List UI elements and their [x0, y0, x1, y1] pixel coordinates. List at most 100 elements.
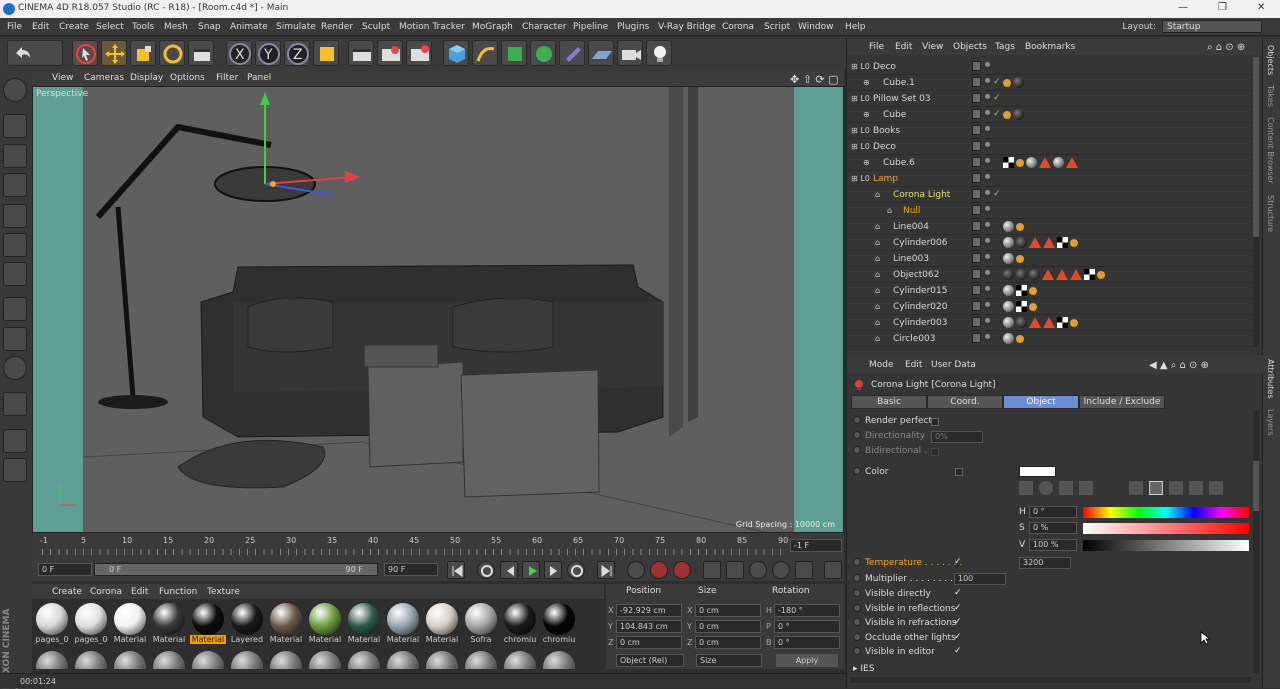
layer-swatch[interactable] — [972, 173, 981, 183]
objects-menu-edit[interactable]: Edit — [895, 42, 912, 52]
viewport-perspective[interactable]: Perspective Grid Spacing : 10000 cm — [32, 86, 844, 533]
visibility-option-checkbox[interactable]: ✓ — [954, 603, 962, 613]
rotate-tool-icon[interactable] — [159, 40, 185, 66]
layer-swatch[interactable] — [972, 109, 981, 119]
menu-mesh[interactable]: Mesh — [164, 22, 188, 32]
bidirectional-checkbox[interactable] — [931, 448, 939, 456]
go-to-start-icon[interactable] — [447, 561, 465, 579]
layer-swatch[interactable] — [972, 301, 981, 311]
z-axis-lock-icon[interactable]: Z — [284, 40, 310, 66]
material-tag-icon[interactable] — [1003, 285, 1014, 296]
render-perfect-checkbox[interactable] — [931, 418, 939, 426]
material-tag-icon[interactable] — [1003, 301, 1014, 312]
ies-section[interactable]: ▸ IES — [853, 664, 874, 677]
visibility-option-checkbox[interactable]: ✓ — [954, 588, 962, 598]
visibility-option-checkbox[interactable]: ✓ — [954, 617, 962, 627]
coords-mode-dropdown[interactable]: Object (Rel) — [616, 654, 684, 667]
tab-coord[interactable]: Coord. — [927, 395, 1003, 409]
multiplier-field[interactable]: 100 — [954, 573, 1006, 585]
material-swatch-row2[interactable] — [190, 649, 226, 669]
mode-toggle-icon[interactable] — [3, 78, 27, 102]
rotation-field[interactable]: 0 ° — [774, 636, 840, 649]
material-swatch[interactable]: chromiu — [541, 601, 577, 647]
objects-menu-file[interactable]: File — [869, 42, 884, 52]
recent-tools-icon[interactable] — [188, 40, 214, 66]
menu-pipeline[interactable]: Pipeline — [573, 22, 608, 32]
workplane-mode-icon[interactable] — [3, 173, 27, 197]
uvw-tag-icon[interactable] — [1003, 157, 1014, 168]
size-field[interactable]: 0 cm — [695, 620, 761, 633]
texture-tag-icon[interactable] — [1016, 255, 1024, 263]
texture-tag-icon[interactable] — [1029, 287, 1037, 295]
layer-swatch[interactable] — [972, 237, 981, 247]
material-swatch[interactable]: Material — [307, 601, 343, 647]
move-tool-icon[interactable] — [101, 40, 127, 66]
phong-tag-icon[interactable] — [1070, 269, 1082, 280]
value-field[interactable]: 100 % — [1029, 539, 1077, 551]
visibility-dots[interactable] — [985, 94, 990, 99]
visibility-dots[interactable] — [985, 222, 990, 227]
deformer-icon[interactable] — [559, 40, 585, 66]
visibility-dots[interactable] — [985, 78, 990, 83]
layer-swatch[interactable] — [972, 157, 981, 167]
render-view-icon[interactable] — [348, 40, 374, 66]
menu-corona[interactable]: Corona — [722, 22, 754, 32]
hue-field[interactable]: 0 ° — [1029, 506, 1077, 518]
camera-icon[interactable] — [617, 40, 643, 66]
value-slider[interactable] — [1083, 540, 1249, 551]
timeline-ruler[interactable]: -1 5 10 15 20 25 30 35 40 45 50 55 60 65 70 75 80 85 90 -1… — [32, 533, 844, 559]
light-icon[interactable] — [646, 40, 672, 66]
phong-tag-icon[interactable] — [1043, 237, 1055, 248]
material-swatch[interactable]: Material — [112, 601, 148, 647]
side-tab-content-browser[interactable]: Content Browser — [1266, 117, 1275, 184]
texture-tag-icon[interactable] — [1097, 271, 1105, 279]
material-tag-icon[interactable] — [1016, 237, 1027, 248]
phong-tag-icon[interactable] — [1043, 317, 1055, 328]
material-tag-icon[interactable] — [1003, 253, 1014, 264]
edges-mode-icon[interactable] — [3, 233, 27, 257]
tweak-mode-icon[interactable] — [3, 327, 27, 351]
subdivision-surface-icon[interactable] — [501, 40, 527, 66]
enabled-check-icon[interactable]: ✓ — [993, 189, 1001, 199]
layer-swatch[interactable] — [972, 125, 981, 135]
material-menu-function[interactable]: Function — [159, 587, 197, 597]
visibility-dots[interactable] — [985, 158, 990, 163]
object-row[interactable]: ⌂ Line004 — [847, 219, 1253, 235]
uvw-tag-icon[interactable] — [1057, 317, 1068, 328]
object-row[interactable]: ⊞ L0 Lamp — [847, 171, 1253, 187]
material-swatch-row2[interactable] — [34, 649, 70, 669]
viewport-menu-cameras[interactable]: Cameras — [84, 73, 124, 83]
attr-menu-mode[interactable]: Mode — [869, 360, 894, 370]
visibility-dots[interactable] — [985, 238, 990, 243]
object-row[interactable]: ⌂ Cylinder020 — [847, 299, 1253, 315]
menu-mograph[interactable]: MoGraph — [472, 22, 513, 32]
object-row[interactable]: ⌂ Line003 — [847, 251, 1253, 267]
material-swatch[interactable]: pages_0 — [73, 601, 109, 647]
menu-edit[interactable]: Edit — [32, 22, 49, 32]
visibility-dots[interactable] — [985, 286, 990, 291]
minimize-icon[interactable]: — — [1178, 2, 1188, 13]
attr-scrollbar[interactable] — [1253, 411, 1259, 673]
autokey-icon[interactable] — [673, 561, 691, 579]
material-swatch-row2[interactable] — [463, 649, 499, 669]
current-frame-display[interactable]: -1 F — [790, 539, 842, 552]
material-tag-icon[interactable] — [1016, 269, 1027, 280]
phong-tag-icon[interactable] — [1042, 269, 1054, 280]
key-pla-icon[interactable] — [795, 561, 813, 579]
key-position-icon[interactable] — [703, 561, 721, 579]
play-button-icon[interactable] — [522, 561, 540, 579]
viewport-nav-icons[interactable]: ✥ ⇧ ⟳ ▢ — [790, 73, 839, 86]
uvw-tag-icon[interactable] — [1016, 285, 1027, 296]
texture-tag-icon[interactable] — [1070, 239, 1078, 247]
visibility-option-checkbox[interactable]: ✓ — [954, 632, 962, 642]
points-mode-icon[interactable] — [3, 204, 27, 228]
object-row[interactable]: ⊞ L0 Pillow Set 03 ✓ — [847, 91, 1253, 107]
layer-swatch[interactable] — [972, 285, 981, 295]
menu-window[interactable]: Window — [798, 22, 834, 32]
side-tab-attributes[interactable]: Attributes — [1266, 359, 1275, 399]
layer-swatch[interactable] — [972, 333, 981, 343]
object-row[interactable]: ⌂ Cylinder003 — [847, 315, 1253, 331]
visibility-dots[interactable] — [985, 334, 990, 339]
step-back-icon[interactable] — [500, 561, 518, 579]
material-tag-icon[interactable] — [1003, 237, 1014, 248]
